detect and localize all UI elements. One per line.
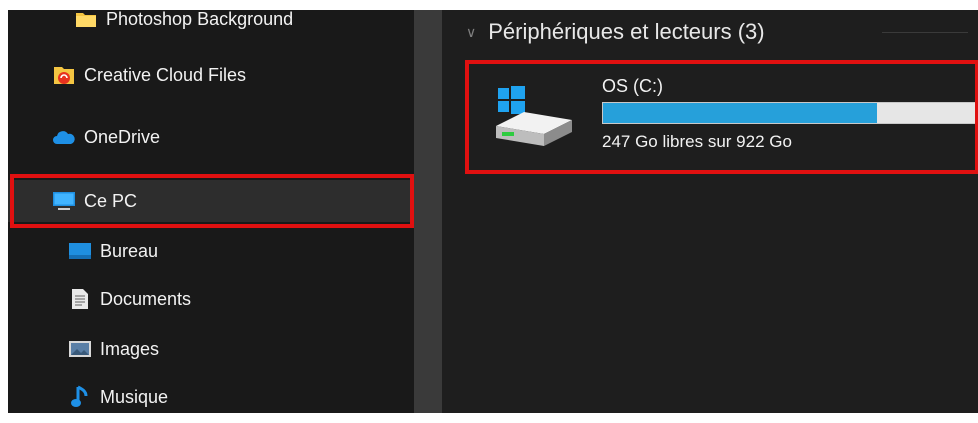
main-content-area: ∨ Périphériques et lecteurs (3) OS (C:) (442, 10, 978, 413)
section-divider (882, 32, 968, 33)
sidebar-item-label: Documents (100, 288, 192, 309)
drive-name: OS (C:) (602, 76, 663, 96)
sidebar-item-bureau[interactable]: Bureau (8, 230, 414, 272)
sidebar-item-documents[interactable]: Documents (8, 278, 414, 320)
documents-icon (68, 287, 92, 311)
drive-usage-bar-fill (603, 103, 878, 123)
pictures-icon (68, 337, 92, 361)
section-header-devices[interactable]: ∨ Périphériques et lecteurs (3) (466, 16, 765, 48)
creative-cloud-files-icon (52, 63, 76, 87)
sidebar-item-ce-pc[interactable]: Ce PC (8, 180, 414, 222)
drive-tile-c[interactable]: OS (C:) 247 Go libres sur 922 Go (476, 64, 978, 160)
sidebar-item-musique[interactable]: Musique (8, 376, 414, 413)
sidebar-item-photoshop-background[interactable]: Photoshop Background (8, 10, 414, 40)
sidebar-scrollbar[interactable] (414, 10, 442, 413)
sidebar-item-label: Musique (100, 386, 169, 407)
folder-icon (74, 10, 98, 31)
sidebar-item-label: OneDrive (84, 126, 161, 147)
sidebar-item-label: Creative Cloud Files (84, 64, 247, 85)
sidebar-item-label: Bureau (100, 240, 159, 261)
windows-drive-icon (494, 86, 574, 156)
chevron-down-icon: ∨ (466, 23, 477, 40)
file-explorer-window: Photoshop Background Creative Cloud File… (8, 10, 978, 413)
navigation-pane: Photoshop Background Creative Cloud File… (8, 10, 414, 413)
sidebar-item-label: Photoshop Background (106, 10, 294, 29)
sidebar-item-label: Images (100, 338, 160, 359)
music-icon (68, 385, 92, 409)
onedrive-cloud-icon (52, 125, 76, 149)
drive-usage-bar (602, 102, 978, 124)
sidebar-item-images[interactable]: Images (8, 328, 414, 370)
drive-free-space: 247 Go libres sur 922 Go (602, 132, 792, 151)
section-title: Périphériques et lecteurs (3) (488, 19, 765, 44)
sidebar-item-onedrive[interactable]: OneDrive (8, 116, 414, 158)
sidebar-item-creative-cloud-files[interactable]: Creative Cloud Files (8, 54, 414, 96)
sidebar-item-label: Ce PC (84, 190, 138, 211)
desktop-folder-icon (68, 239, 92, 263)
computer-icon (52, 189, 76, 213)
